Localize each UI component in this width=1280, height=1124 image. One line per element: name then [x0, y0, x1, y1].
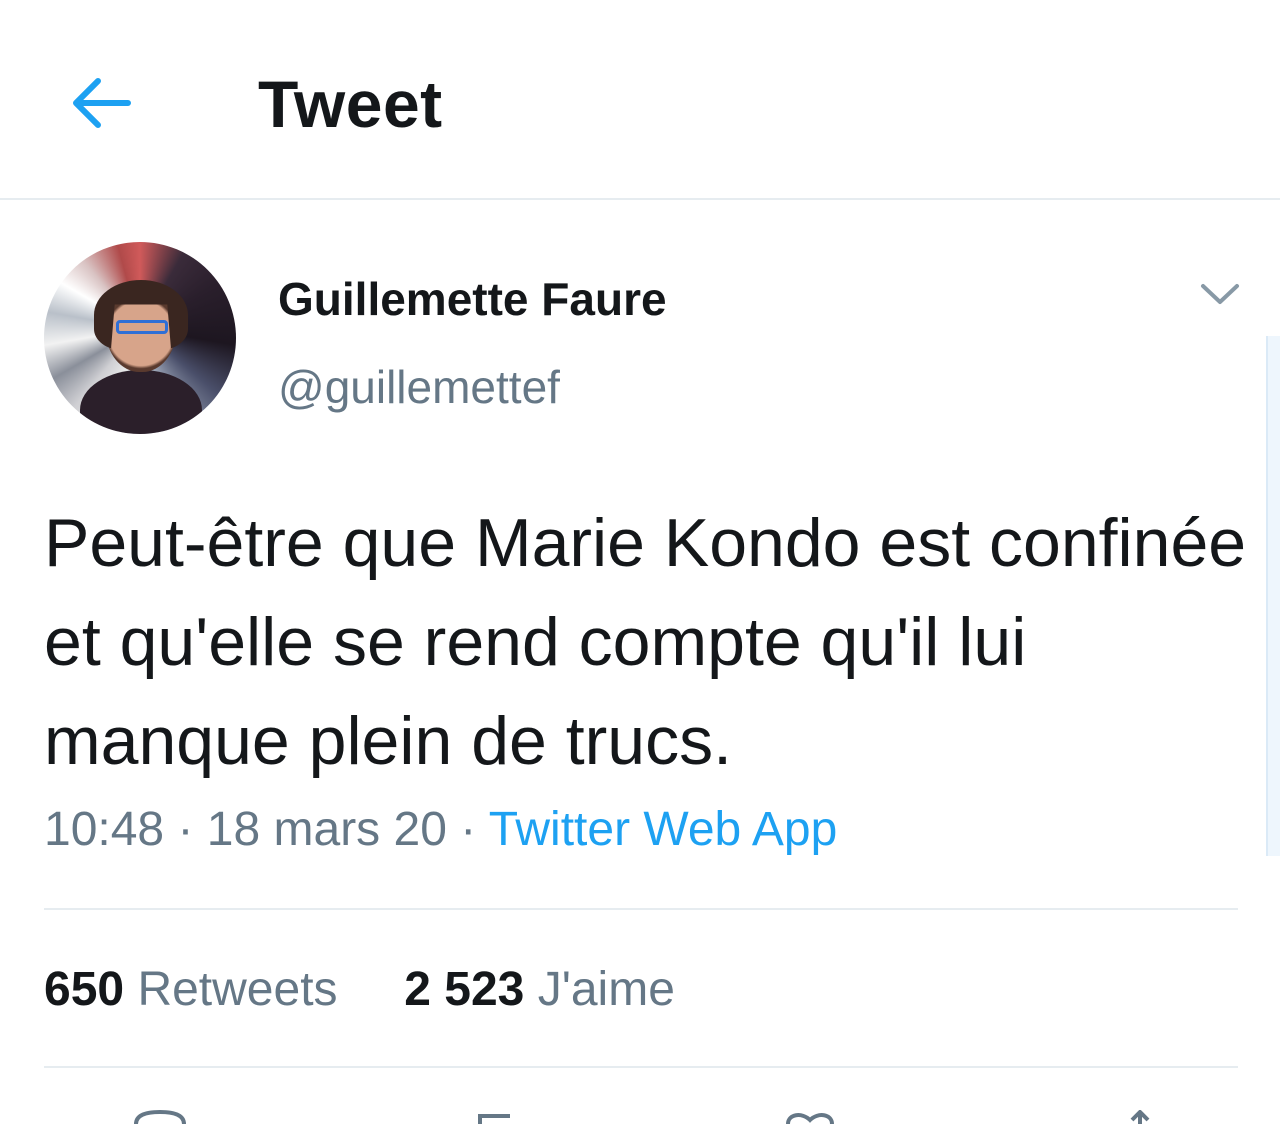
likes-label: J'aime — [537, 963, 675, 1016]
meta-separator: · — [446, 803, 489, 856]
top-bar: Tweet — [0, 0, 1280, 200]
retweets-stat[interactable]: 650 Retweets — [44, 963, 338, 1016]
tweet-detail-page: Tweet Guillemette Faure @guillemettef Pe… — [0, 0, 1280, 1124]
arrow-left-icon — [68, 75, 132, 136]
scrollbar[interactable] — [1266, 336, 1280, 856]
tweet-time: 10:48 — [44, 803, 165, 856]
author-name[interactable]: Guillemette Faure — [278, 272, 667, 326]
divider — [44, 908, 1238, 910]
tweet-source-link[interactable]: Twitter Web App — [489, 803, 838, 856]
retweets-count: 650 — [44, 963, 125, 1016]
chevron-down-icon — [1200, 282, 1240, 311]
likes-count: 2 523 — [404, 963, 525, 1016]
like-icon[interactable] — [780, 1110, 840, 1124]
likes-stat[interactable]: 2 523 J'aime — [404, 963, 675, 1016]
tweet-text: Peut-être que Marie Kondo est confinée e… — [44, 505, 1247, 779]
retweets-label: Retweets — [137, 963, 338, 1016]
reply-icon[interactable] — [130, 1110, 190, 1124]
tweet-meta: 10:48 · 18 mars 20 · Twitter Web App — [44, 802, 837, 857]
tweet-menu-button[interactable] — [1196, 276, 1244, 316]
tweet-date: 18 mars 20 — [206, 803, 447, 856]
avatar[interactable] — [44, 242, 236, 434]
retweet-icon[interactable] — [470, 1110, 530, 1124]
back-button[interactable] — [60, 70, 140, 140]
divider — [44, 1066, 1238, 1068]
share-icon[interactable] — [1120, 1110, 1160, 1124]
meta-separator: · — [164, 803, 207, 856]
page-title: Tweet — [258, 67, 443, 141]
author-handle[interactable]: @guillemettef — [278, 360, 560, 414]
tweet-stats: 650 Retweets 2 523 J'aime — [44, 962, 675, 1017]
